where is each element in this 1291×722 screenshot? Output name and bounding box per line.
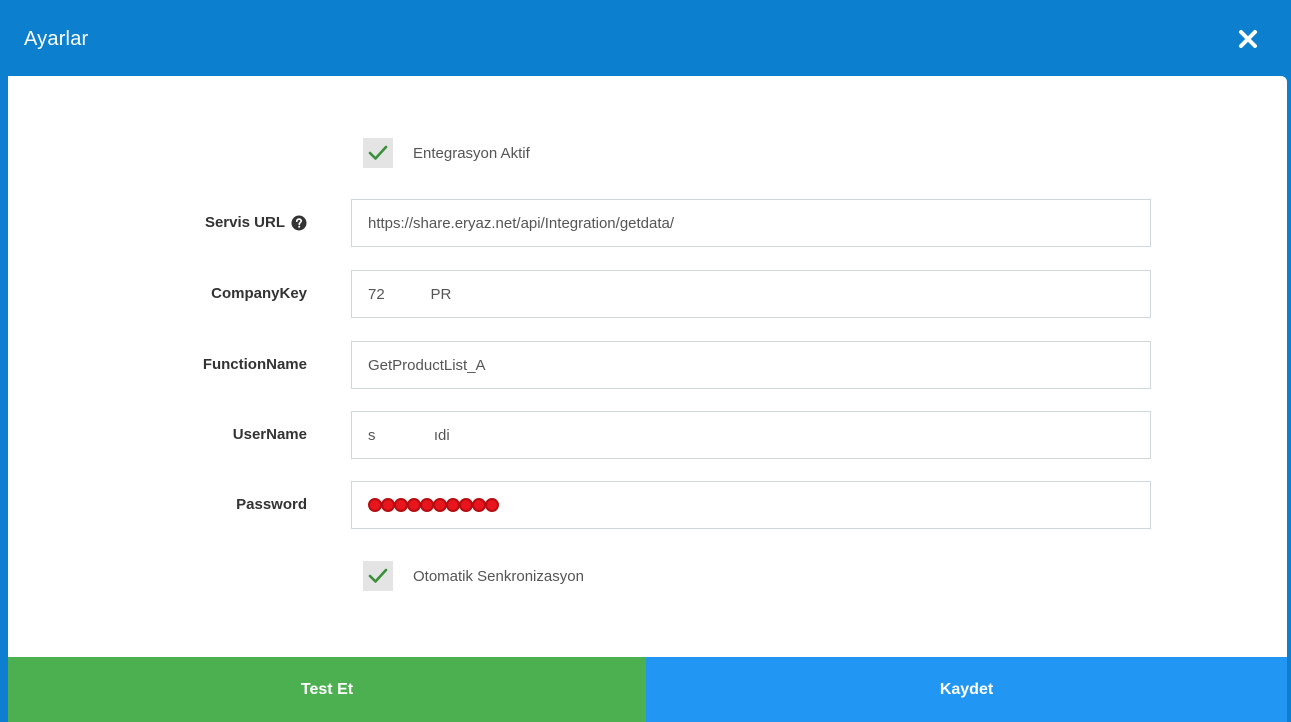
password-mask-dot [459,498,473,512]
password-row: Password [8,481,1287,529]
user-name-label: UserName [232,426,307,443]
auto-sync-row: Otomatik Senkronizasyon [363,560,584,592]
modal-header: Ayarlar [0,0,1291,76]
service-url-label-wrap: Servis URL [205,199,307,247]
integration-active-label: Entegrasyon Aktif [413,144,530,162]
question-circle-icon[interactable] [291,215,307,231]
function-name-input[interactable] [351,341,1151,389]
company-key-input[interactable] [351,270,1151,318]
auto-sync-label: Otomatik Senkronizasyon [413,567,584,585]
user-name-row: UserName [8,411,1287,459]
password-mask-dot [407,498,421,512]
settings-modal: Ayarlar Entegrasyon Aktif Servis URL htt… [0,0,1291,722]
password-label: Password [236,496,307,513]
checkmark-icon [368,145,388,160]
service-url-row: Servis URL [8,199,1287,247]
service-url-label: Servis URL [204,214,285,231]
password-mask-dot [394,498,408,512]
password-mask-dot [446,498,460,512]
function-name-label: FunctionName [202,356,307,373]
checkmark-icon [368,568,388,583]
save-button[interactable]: Kaydet [646,657,1287,722]
company-key-label: CompanyKey [211,285,307,302]
service-url-input[interactable] [351,199,1151,247]
modal-title: Ayarlar [24,28,89,50]
password-mask-dot [420,498,434,512]
integration-active-checkbox[interactable] [363,138,393,168]
password-mask-dot [433,498,447,512]
company-key-row: CompanyKey [8,270,1287,318]
password-mask-dot [485,498,499,512]
password-mask-dot [472,498,486,512]
password-mask-dot [368,498,382,512]
close-icon [1239,30,1257,48]
function-name-row: FunctionName [8,341,1287,389]
test-button[interactable]: Test Et [8,657,646,722]
auto-sync-checkbox[interactable] [363,561,393,591]
password-mask [368,498,499,512]
password-input[interactable] [351,481,1151,529]
integration-active-row: Entegrasyon Aktif [363,137,530,169]
password-mask-dot [381,498,395,512]
close-button[interactable] [1237,28,1259,50]
modal-body: Entegrasyon Aktif Servis URL CompanyKey … [8,76,1287,657]
user-name-input[interactable] [351,411,1151,459]
